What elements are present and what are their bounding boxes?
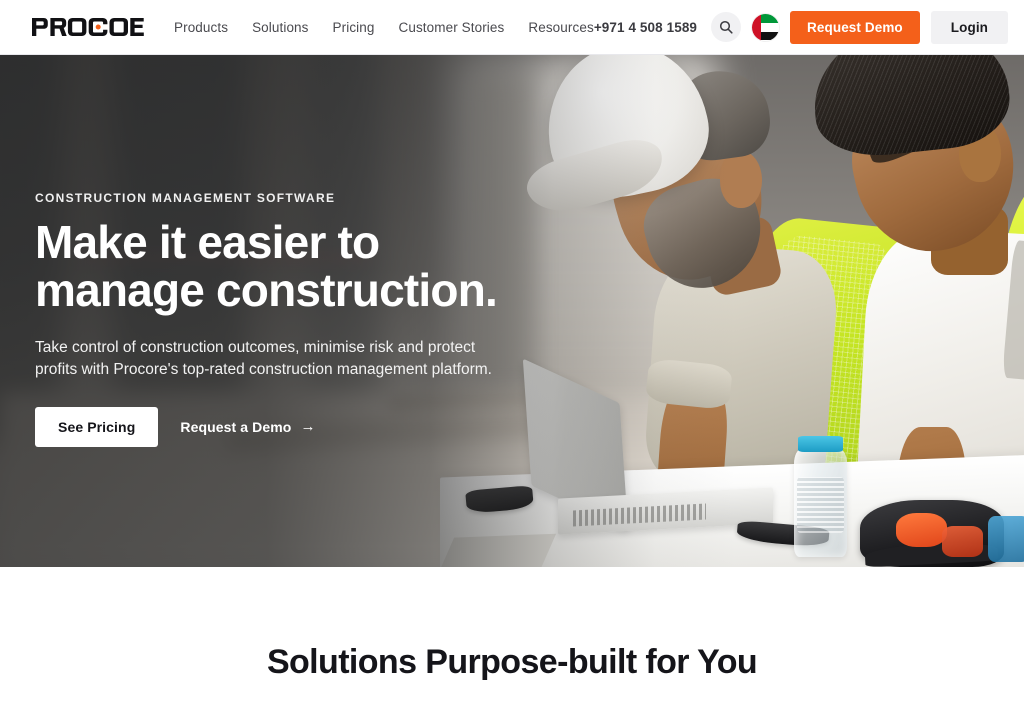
contact-phone-number[interactable]: +971 4 508 1589 bbox=[594, 20, 697, 35]
site-header: Products Solutions Pricing Customer Stor… bbox=[0, 0, 1024, 55]
hero-headline: Make it easier to manage construction. bbox=[35, 216, 555, 316]
nav-item-pricing[interactable]: Pricing bbox=[333, 20, 375, 35]
search-icon bbox=[719, 20, 733, 34]
see-pricing-button[interactable]: See Pricing bbox=[35, 406, 159, 447]
request-a-demo-label: Request a Demo bbox=[180, 418, 292, 435]
login-button[interactable]: Login bbox=[930, 10, 1009, 44]
header-actions: +971 4 508 1589 Request Demo Login bbox=[594, 10, 1009, 44]
hero-content: CONSTRUCTION MANAGEMENT SOFTWARE Make it… bbox=[35, 191, 555, 447]
search-button[interactable] bbox=[711, 12, 742, 42]
solutions-section: Solutions Purpose-built for You bbox=[0, 567, 1024, 704]
request-demo-button[interactable]: Request Demo bbox=[790, 10, 920, 44]
procore-wordmark-icon bbox=[32, 18, 144, 36]
solutions-section-title: Solutions Purpose-built for You bbox=[266, 643, 758, 681]
nav-item-products[interactable]: Products bbox=[174, 20, 228, 35]
request-a-demo-link[interactable]: Request a Demo → bbox=[180, 419, 315, 435]
procore-logo[interactable] bbox=[32, 17, 144, 37]
flag-band-red bbox=[752, 13, 762, 41]
hero-headline-line-1: Make it easier to bbox=[35, 216, 380, 268]
hero-headline-line-2: manage construction. bbox=[35, 263, 498, 316]
flag-band-green bbox=[761, 13, 780, 23]
hero-banner: CONSTRUCTION MANAGEMENT SOFTWARE Make it… bbox=[0, 55, 1024, 567]
flag-band-white bbox=[761, 22, 780, 32]
nav-item-solutions[interactable]: Solutions bbox=[252, 20, 308, 35]
logo-accent-dot bbox=[95, 24, 101, 30]
hero-eyebrow: CONSTRUCTION MANAGEMENT SOFTWARE bbox=[35, 191, 336, 205]
hero-subhead: Take control of construction outcomes, m… bbox=[35, 338, 492, 378]
locale-selector-uae-flag-icon[interactable] bbox=[752, 13, 780, 41]
nav-item-customer-stories[interactable]: Customer Stories bbox=[398, 20, 504, 35]
nav-item-resources[interactable]: Resources bbox=[528, 20, 593, 35]
arrow-right-icon: → bbox=[300, 418, 316, 436]
hero-cta-row: See Pricing Request a Demo → bbox=[35, 406, 555, 447]
flag-band-black bbox=[761, 31, 780, 41]
primary-nav: Products Solutions Pricing Customer Stor… bbox=[174, 20, 594, 35]
